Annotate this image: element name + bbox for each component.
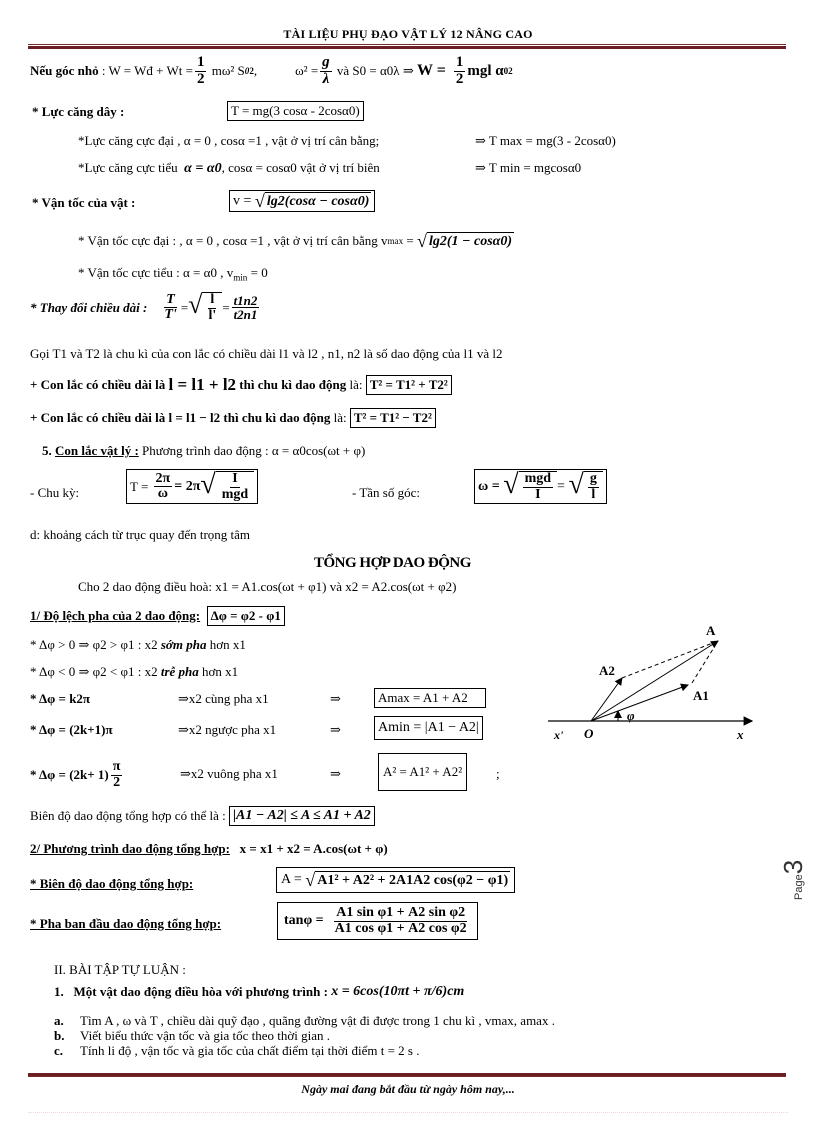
- tension-min-line: *Lực căng cực tiểu α = α0, cosα = cosα0 …: [78, 160, 380, 176]
- energy-result: mgl α: [467, 62, 504, 79]
- vector-a: [590, 640, 719, 722]
- parallelogram-dash-top: [621, 640, 719, 679]
- phase-lead-line: * Δφ > 0 ⇒ φ2 > φ1 : x2 sớm pha hơn x1: [30, 637, 246, 652]
- velocity-title: * Vận tốc của vật :: [32, 195, 136, 210]
- velocity-formula: v = √ lg2(cosα − cosα0): [229, 190, 376, 213]
- tension-max-text: *Lực căng cực đại , α = 0 , cosα =1 , vậ…: [78, 133, 380, 148]
- quadrature-amplitude-formula: A² = A1² + A2²: [378, 753, 468, 791]
- case-in-phase-condition: * Δφ = k2π: [30, 691, 91, 706]
- parallelogram-dash-right: [691, 640, 719, 684]
- angular-frequency-formula: ω = √ mgd I = √ g l: [474, 469, 607, 505]
- angular-frequency-label: - Tần số góc:: [352, 485, 420, 500]
- tension-min-result: ⇒ T min = mgcosα0: [475, 160, 582, 175]
- amplitude-heading: * Biên độ dao động tổng hợp:: [30, 876, 194, 891]
- implies-arrow: ⇒: [330, 722, 341, 737]
- label-x: x: [736, 727, 744, 742]
- synthesis-intro: Cho 2 dao động điều hoà: x1 = A1.cos(ωt …: [78, 579, 457, 594]
- page-number: Page3: [778, 859, 808, 900]
- phase-lag-line: * Δφ < 0 ⇒ φ2 < φ1 : x2 trễ pha hơn x1: [30, 664, 239, 679]
- tension-title: * Lực căng dây :: [32, 104, 125, 119]
- case-quadrature-relation: ⇒x2 vuông pha x1: [180, 766, 278, 781]
- footer-quote: Ngày mai đang bắt đầu từ ngày hôm nay,..…: [301, 1082, 515, 1096]
- energy-label: Nếu góc nhỏ: [30, 63, 99, 79]
- period-sum-formula: T² = T1² + T2²: [365, 375, 452, 395]
- page-bottom-dotted-border: [28, 1112, 788, 1113]
- amin-formula: Amin = |A1 − A2|: [374, 716, 483, 740]
- fraction-half-2: 12: [453, 54, 466, 87]
- energy-expr: : W = Wđ + Wt =: [101, 63, 193, 79]
- energy-w: W =: [417, 62, 446, 80]
- synthesis-title: TỔNG HỢP DAO ĐỘNG: [314, 555, 471, 571]
- amax-formula: Amax = A1 + A2: [374, 688, 486, 708]
- case-anti-phase-condition: * Δφ = (2k+1)π: [30, 722, 113, 737]
- problem-1-line: 1. Một vật dao động điều hòa với phương …: [54, 984, 465, 999]
- case-anti-phase-relation: ⇒x2 ngược pha x1: [178, 722, 277, 737]
- exercise-item: a. Tìm A , ω và T , chiều dài quỹ đạo , q…: [54, 1013, 555, 1028]
- length-change-note: Gọi T1 và T2 là chu kì của con lắc có ch…: [30, 346, 503, 361]
- sqrt-symbol: √ lg2(cosα − cosα0): [254, 191, 372, 211]
- header-rule: [28, 44, 786, 49]
- length-diff-line: + Con lắc có chiều dài là l = l1 − l2 th…: [30, 408, 436, 428]
- amplitude-formula: A = √ A1² + A2² + 2A1A2 cos(φ2 − φ1): [276, 867, 516, 894]
- exercise-item: c. Tính li độ , vận tốc và gia tốc của ch…: [54, 1043, 420, 1058]
- period-formula: T = 2π ω = 2π √ Imgd: [126, 469, 259, 505]
- initial-phase-heading: * Pha ban đầu dao động tổng hợp:: [30, 916, 222, 931]
- implies-arrow: ⇒: [330, 766, 341, 781]
- velocity-min-line: * Vận tốc cực tiểu : α = α0 , vmin = 0: [78, 265, 268, 283]
- phase-difference-formula: Δφ = φ2 - φ1: [206, 606, 285, 626]
- phase-difference-heading: 1/ Độ lệch pha của 2 dao động:: [30, 608, 201, 623]
- length-change-line: * Thay đổi chiều dài : T T' = √ l l' = t1n2…: [30, 290, 260, 323]
- period-label: - Chu kỳ:: [30, 485, 80, 500]
- exercises-section-heading: II. BÀI TẬP TỰ LUẬN :: [54, 962, 186, 977]
- label-phi: φ: [627, 708, 635, 723]
- omega-squared: ω² =: [295, 63, 319, 79]
- amplitude-range-formula: |A1 − A2| ≤ A ≤ A1 + A2: [228, 806, 375, 826]
- label-a2: A2: [599, 663, 615, 678]
- physical-pendulum-note: d: khoảng cách từ trục quay đến trọng tâ…: [30, 527, 251, 542]
- amplitude-range-line: Biên độ dao động tổng hợp có thể là : |A…: [30, 806, 375, 826]
- vector-a2: [590, 677, 623, 722]
- case-quadrature-condition: * Δφ = (2k+ 1) π2: [30, 759, 123, 790]
- fraction-g-lambda: gλ: [320, 54, 332, 87]
- s0-relation: và S0 = α0λ ⇒: [336, 63, 414, 79]
- implies-arrow: ⇒: [330, 691, 341, 706]
- tension-max-result: ⇒ T max = mg(3 - 2cosα0): [475, 133, 616, 148]
- fraction-half: 12: [194, 54, 207, 87]
- resultant-equation-line: 2/ Phương trình dao động tổng hợp: x = x…: [30, 841, 388, 856]
- label-a: A: [706, 623, 716, 638]
- resultant-equation-heading: 2/ Phương trình dao động tổng hợp:: [30, 841, 230, 856]
- length-sum-line: + Con lắc có chiều dài là l = l1 + l2 th…: [30, 375, 452, 395]
- length-change-title: * Thay đổi chiều dài :: [30, 299, 148, 315]
- document-header-title: TÀI LIỆU PHỤ ĐẠO VẬT LÝ 12 NÂNG CAO: [283, 27, 533, 41]
- energy-term: mω² S: [211, 63, 245, 79]
- case-in-phase-relation: ⇒x2 cùng pha x1: [178, 691, 269, 706]
- initial-phase-formula: tanφ = A1 sin φ1 + A2 sin φ2 A1 cos φ1 + …: [277, 902, 478, 941]
- physical-pendulum-heading: 5. Con lắc vật lý : Phương trình dao độn…: [42, 443, 366, 458]
- label-origin: O: [584, 726, 594, 741]
- exercise-item: b. Viết biểu thức vận tốc và gia tốc theo…: [54, 1028, 330, 1043]
- label-x-neg: x': [553, 728, 564, 742]
- energy-line: Nếu góc nhỏ : W = Wđ + Wt = 12 mω² S02, …: [30, 54, 513, 87]
- label-a1: A1: [693, 688, 709, 703]
- footer-rule: [28, 1072, 786, 1077]
- phase-difference-line: 1/ Độ lệch pha của 2 dao động: Δφ = φ2 -…: [30, 606, 285, 626]
- phasor-diagram: A A2 A1 φ O x' x: [548, 623, 754, 742]
- problem-1-formula: x = 6cos(10πt + π/6)cm: [331, 984, 465, 999]
- tension-formula: T = mg(3 cosα - 2cosα0): [227, 101, 364, 121]
- velocity-max-line: * Vận tốc cực đại : , α = 0 , cosα =1 , …: [78, 231, 515, 251]
- sqrt-symbol: √ lg2(1 − cosα0): [417, 231, 515, 251]
- semicolon: ;: [496, 766, 500, 781]
- period-diff-formula: T² = T1² − T2²: [349, 408, 436, 428]
